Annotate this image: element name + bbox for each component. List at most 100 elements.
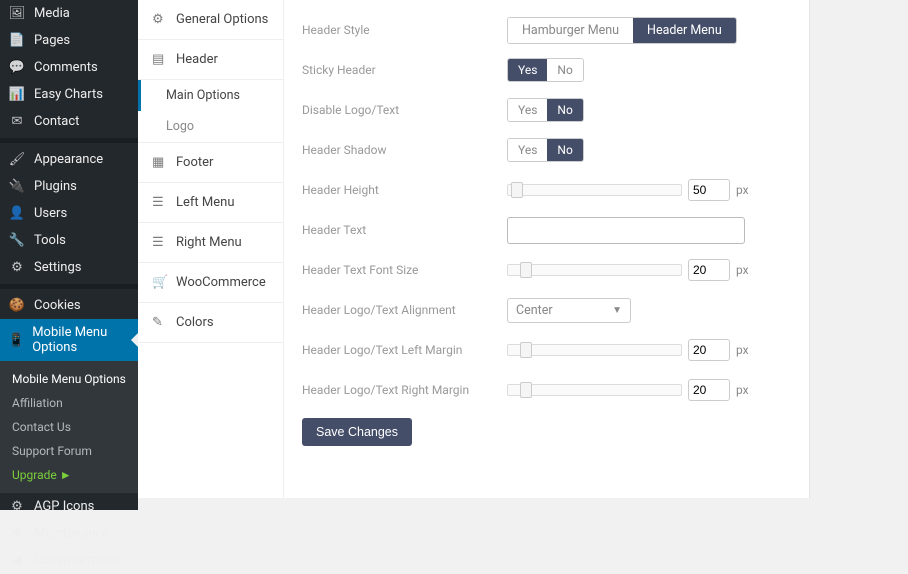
gear-icon: ⚙ bbox=[8, 499, 26, 514]
sidebar-item-label: Media bbox=[34, 6, 70, 21]
opt-yes[interactable]: Yes bbox=[508, 99, 547, 121]
menu-icon: ☰ bbox=[152, 195, 166, 210]
disable-logo-toggle[interactable]: Yes No bbox=[507, 98, 584, 122]
sidebar-item-cookies[interactable]: 🍪Cookies bbox=[0, 292, 138, 319]
sidebar-item-users[interactable]: 👤Users bbox=[0, 200, 138, 227]
sidebar-item-media[interactable]: 🖼 Media bbox=[0, 0, 138, 27]
left-margin-slider[interactable] bbox=[507, 342, 682, 358]
alignment-select[interactable]: Center ▼ bbox=[507, 298, 631, 323]
sidebar-item-appearance[interactable]: 🖌Appearance bbox=[0, 146, 138, 173]
user-icon: 👤 bbox=[8, 206, 26, 221]
opt-header-menu[interactable]: Header Menu bbox=[633, 18, 736, 43]
row-header-shadow: Header Shadow Yes No bbox=[302, 130, 791, 170]
opt-yes[interactable]: Yes bbox=[508, 139, 547, 161]
shadow-toggle[interactable]: Yes No bbox=[507, 138, 584, 162]
sticky-toggle[interactable]: Yes No bbox=[507, 58, 584, 82]
tab-header[interactable]: ▤Header bbox=[138, 40, 283, 80]
collapse-icon: ◀ bbox=[8, 553, 26, 568]
sidebar-item-plugins[interactable]: 🔌 Plugins bbox=[0, 173, 138, 200]
comment-icon: 💬 bbox=[8, 60, 26, 75]
chart-icon: 📊 bbox=[8, 87, 26, 102]
font-size-slider[interactable] bbox=[507, 262, 682, 278]
footer-icon: ▦ bbox=[152, 155, 166, 170]
slider-thumb[interactable] bbox=[520, 382, 532, 398]
opt-yes[interactable]: Yes bbox=[508, 59, 547, 81]
plug-icon: 🔌 bbox=[8, 179, 26, 194]
gear-icon: ⚙ bbox=[152, 12, 166, 27]
save-button[interactable]: Save Changes bbox=[302, 418, 412, 446]
slider-thumb[interactable] bbox=[520, 342, 532, 358]
sidebar-item-agp-icons[interactable]: ⚙ AGP Icons bbox=[0, 493, 138, 520]
sidebar-item-label: Easy Charts bbox=[34, 87, 103, 102]
right-margin-slider[interactable] bbox=[507, 382, 682, 398]
tab-woocommerce[interactable]: 🛒 WooCommerce bbox=[138, 263, 283, 303]
sidebar-item-maintenance[interactable]: ✱Maintenance bbox=[0, 520, 138, 547]
page-icon: 📄 bbox=[8, 33, 26, 48]
tab-label: Left Menu bbox=[176, 195, 234, 210]
sidebar-item-label: Tools bbox=[34, 233, 66, 248]
tab-label: General Options bbox=[176, 12, 268, 27]
sidebar-item-label: Collapse menu bbox=[34, 553, 120, 568]
height-input[interactable] bbox=[688, 179, 730, 201]
submenu-head[interactable]: Mobile Menu Options bbox=[0, 367, 138, 391]
opt-no[interactable]: No bbox=[547, 139, 582, 161]
row-header-text: Header Text bbox=[302, 210, 791, 250]
field-label: Header Logo/Text Left Margin bbox=[302, 343, 507, 357]
slider-thumb[interactable] bbox=[520, 262, 532, 278]
tab-footer[interactable]: ▦ Footer bbox=[138, 143, 283, 183]
pencil-icon: ✎ bbox=[152, 315, 166, 330]
row-right-margin: Header Logo/Text Right Margin px bbox=[302, 370, 791, 410]
sidebar-item-pages[interactable]: 📄Pages bbox=[0, 27, 138, 54]
sidebar-item-tools[interactable]: 🔧Tools bbox=[0, 227, 138, 254]
slider-thumb[interactable] bbox=[511, 182, 523, 198]
sidebar-item-settings[interactable]: ⚙ Settings bbox=[0, 254, 138, 281]
unit-label: px bbox=[736, 183, 749, 197]
media-icon: 🖼 bbox=[8, 6, 26, 21]
field-label: Disable Logo/Text bbox=[302, 103, 507, 117]
sidebar-item-mobile-menu-options[interactable]: 📱Mobile Menu Options bbox=[0, 319, 138, 361]
gear-icon: ⚙ bbox=[8, 260, 26, 275]
sidebar-item-comments[interactable]: 💬Comments bbox=[0, 54, 138, 81]
sidebar-item-label: Mobile Menu Options bbox=[32, 325, 130, 355]
header-text-input[interactable] bbox=[507, 217, 745, 244]
right-margin-input[interactable] bbox=[688, 379, 730, 401]
subtab-main-options[interactable]: Main Options bbox=[138, 80, 283, 111]
admin-sidebar: 🖼Media 📄Pages 💬Comments 📊Easy Charts ✉Co… bbox=[0, 0, 138, 510]
opt-no[interactable]: No bbox=[547, 59, 582, 81]
subtab-logo[interactable]: Logo bbox=[138, 111, 283, 142]
field-label: Header Logo/Text Alignment bbox=[302, 303, 507, 317]
field-label: Header Style bbox=[302, 23, 507, 37]
tab-label: Footer bbox=[176, 155, 213, 170]
tab-right-menu[interactable]: ☰Right Menu bbox=[138, 223, 283, 263]
sidebar-item-label: Settings bbox=[34, 260, 81, 275]
submenu-support-forum[interactable]: Support Forum bbox=[0, 439, 138, 463]
field-label: Header Shadow bbox=[302, 143, 507, 157]
header-style-toggle[interactable]: Hamburger Menu Header Menu bbox=[507, 17, 737, 44]
height-slider[interactable] bbox=[507, 182, 682, 198]
left-margin-input[interactable] bbox=[688, 339, 730, 361]
cart-icon: 🛒 bbox=[152, 275, 166, 290]
mail-icon: ✉ bbox=[8, 114, 26, 129]
sidebar-item-label: Maintenance bbox=[34, 526, 109, 541]
sidebar-item-contact[interactable]: ✉Contact bbox=[0, 108, 138, 135]
header-icon: ▤ bbox=[152, 52, 166, 67]
row-alignment: Header Logo/Text Alignment Center ▼ bbox=[302, 290, 791, 330]
sidebar-item-collapse[interactable]: ◀ Collapse menu bbox=[0, 547, 138, 574]
opt-no[interactable]: No bbox=[547, 99, 582, 121]
sidebar-item-label: Plugins bbox=[34, 179, 77, 194]
row-disable-logo: Disable Logo/Text Yes No bbox=[302, 90, 791, 130]
tab-colors[interactable]: ✎Colors bbox=[138, 303, 283, 343]
submenu-upgrade[interactable]: Upgrade ► bbox=[0, 463, 138, 487]
submenu-affiliation[interactable]: Affiliation bbox=[0, 391, 138, 415]
font-size-input[interactable] bbox=[688, 259, 730, 281]
submenu-contact-us[interactable]: Contact Us bbox=[0, 415, 138, 439]
tab-label: WooCommerce bbox=[176, 275, 266, 290]
unit-label: px bbox=[736, 263, 749, 277]
sidebar-item-easy-charts[interactable]: 📊 Easy Charts bbox=[0, 81, 138, 108]
tab-general-options[interactable]: ⚙ General Options bbox=[138, 0, 283, 40]
opt-hamburger[interactable]: Hamburger Menu bbox=[508, 18, 633, 43]
tab-left-menu[interactable]: ☰ Left Menu bbox=[138, 183, 283, 223]
field-label: Sticky Header bbox=[302, 63, 507, 77]
row-header-height: Header Height px bbox=[302, 170, 791, 210]
sidebar-item-label: AGP Icons bbox=[34, 499, 94, 514]
